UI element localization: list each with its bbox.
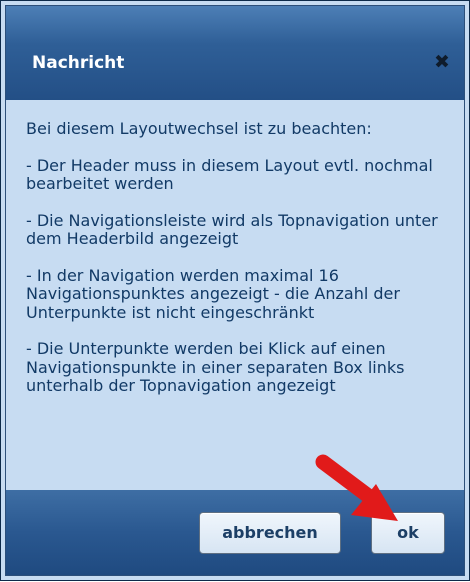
dialog-frame: Nachricht ✖ Bei diesem Layoutwechsel ist…	[5, 5, 465, 576]
message-item-header: - Der Header muss in diesem Layout evtl.…	[26, 155, 433, 193]
cancel-button[interactable]: abbrechen	[199, 512, 341, 554]
message-item-navigation-bar: - Die Navigationsleiste wird als Topnavi…	[26, 210, 438, 248]
message-intro: Bei diesem Layoutwechsel ist zu beachten…	[26, 119, 372, 138]
message-item-subpoints: - Die Unterpunkte werden bei Klick auf e…	[26, 339, 405, 395]
dialog-message: Bei diesem Layoutwechsel ist zu beachten…	[26, 119, 450, 414]
close-icon[interactable]: ✖	[432, 52, 452, 72]
message-item-navigation-limit: - In der Navigation werden maximal 16 Na…	[26, 265, 400, 322]
ok-button[interactable]: ok	[371, 512, 445, 554]
dialog-title: Nachricht	[32, 53, 125, 73]
message-dialog: Nachricht ✖ Bei diesem Layoutwechsel ist…	[0, 0, 470, 581]
dialog-footer: abbrechen ok	[6, 490, 464, 575]
dialog-titlebar: Nachricht ✖	[6, 6, 464, 100]
